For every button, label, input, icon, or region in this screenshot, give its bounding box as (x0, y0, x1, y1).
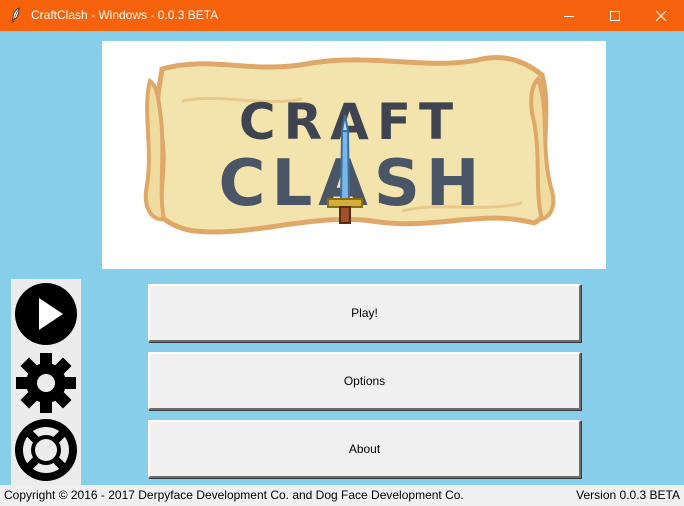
minimize-icon (564, 15, 574, 17)
main-window: CRAFT CLASH Play! Options About (0, 31, 684, 485)
close-icon (656, 10, 666, 21)
play-button[interactable]: Play! (148, 284, 581, 342)
logo-text-clash: CLASH (219, 147, 486, 221)
status-bar: Copyright © 2016 - 2017 Derpyface Develo… (0, 485, 684, 506)
title-bar[interactable]: CraftClash - Windows - 0.0.3 BETA (0, 0, 684, 31)
play-icon[interactable] (13, 281, 79, 347)
close-button[interactable] (638, 0, 684, 31)
craftclash-logo: CRAFT CLASH (143, 55, 556, 235)
copyright-text: Copyright © 2016 - 2017 Derpyface Develo… (4, 488, 464, 502)
options-button[interactable]: Options (148, 352, 581, 410)
maximize-icon (610, 10, 620, 21)
minimize-button[interactable] (546, 0, 592, 31)
window-title: CraftClash - Windows - 0.0.3 BETA (31, 8, 219, 22)
gear-icon[interactable] (13, 350, 79, 416)
about-button[interactable]: About (148, 420, 581, 478)
logo-frame: CRAFT CLASH (102, 41, 606, 269)
side-icon-panel (11, 279, 81, 485)
feather-icon (11, 7, 20, 23)
maximize-button[interactable] (592, 0, 638, 31)
version-text: Version 0.0.3 BETA (576, 488, 680, 502)
ring-icon[interactable] (13, 417, 79, 483)
logo-text-craft: CRAFT (239, 93, 461, 151)
